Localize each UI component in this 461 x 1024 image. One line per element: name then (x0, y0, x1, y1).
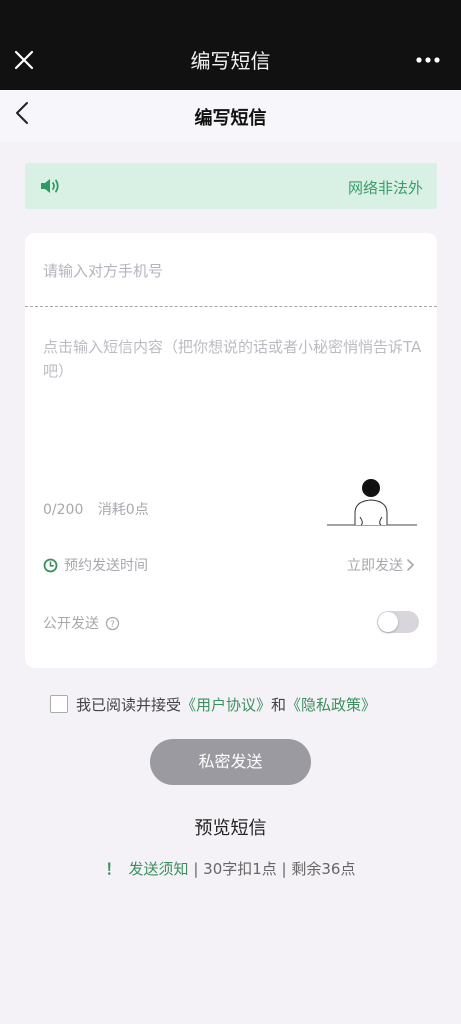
char-count: 0/200 (43, 502, 84, 518)
chevron-right-icon (407, 559, 415, 571)
preview-sms-link[interactable]: 预览短信 (0, 814, 461, 840)
agreement-prefix: 我已阅读并接受 (76, 696, 182, 714)
divider (25, 306, 437, 307)
page-header: 编写短信 (0, 90, 461, 142)
message-counter: 0/200 消耗0点 (43, 499, 159, 519)
user-agreement-link[interactable]: 《用户协议》 (181, 696, 271, 714)
page-title: 编写短信 (194, 108, 267, 129)
send-now-label: 立即发送 (347, 558, 403, 574)
svg-text:?: ? (110, 620, 115, 630)
phone-input[interactable]: 请输入对方手机号 (43, 260, 163, 281)
clock-icon (43, 558, 58, 573)
schedule-time[interactable]: 预约发送时间 (43, 555, 148, 575)
schedule-label: 预约发送时间 (64, 558, 148, 574)
warning-icon: ！ (105, 860, 121, 878)
privacy-policy-link[interactable]: 《隐私政策》 (286, 696, 376, 714)
app-bar: 编写短信 (0, 0, 461, 90)
speaker-icon (41, 179, 59, 193)
more-icon[interactable] (415, 52, 441, 68)
help-icon[interactable]: ? (105, 616, 120, 631)
compose-card: 请输入对方手机号 点击输入短信内容（把你想说的话或者小秘密悄悄告诉TA吧） 0/… (25, 233, 437, 668)
rate-text: | 30字扣1点 | 剩余36点 (193, 860, 356, 878)
send-now-option[interactable]: 立即发送 (347, 555, 415, 575)
agreement-and: 和 (271, 696, 287, 714)
agreement-row: 我已阅读并接受《用户协议》和《隐私政策》 (50, 694, 376, 715)
notice-banner: 网络非法外 (25, 163, 437, 209)
person-illustration (327, 479, 417, 526)
public-label: 公开发送 (43, 616, 99, 632)
public-send-toggle[interactable] (377, 611, 419, 633)
toggle-knob (378, 612, 398, 632)
private-send-button[interactable]: 私密发送 (150, 739, 311, 785)
send-notice-link[interactable]: 发送须知 (129, 860, 189, 878)
message-input[interactable]: 点击输入短信内容（把你想说的话或者小秘密悄悄告诉TA吧） (43, 335, 423, 383)
agreement-checkbox[interactable] (50, 695, 68, 713)
app-bar-title: 编写短信 (190, 49, 271, 73)
send-rules: ！ 发送须知 | 30字扣1点 | 剩余36点 (0, 858, 461, 879)
notice-text: 网络非法外 (347, 179, 423, 197)
cost-text: 消耗0点 (97, 502, 149, 518)
public-send-row: 公开发送 ? (43, 613, 120, 633)
